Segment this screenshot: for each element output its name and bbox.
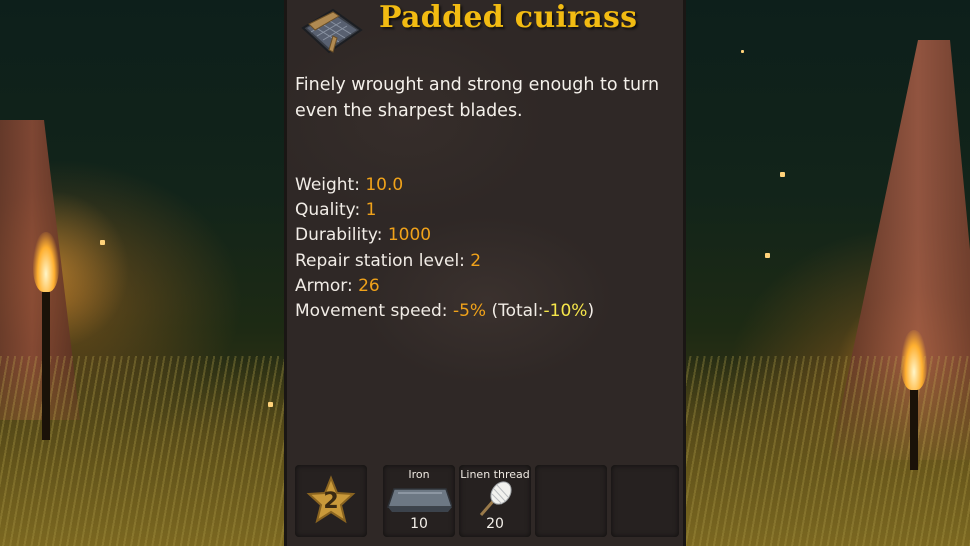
torch-pole (910, 380, 918, 470)
upgrade-requirements: 2 Iron 10 Linen thread 20 (295, 465, 679, 537)
stat-value: 1000 (387, 225, 432, 246)
linen-thread-icon (479, 481, 512, 516)
stat-value: 1 (365, 200, 377, 221)
stat-label: Durability: (295, 225, 388, 246)
stat-label: Armor: (295, 275, 359, 296)
item-description: Finely wrought and strong enough to turn… (295, 75, 660, 121)
upgrade-quality-slot: 2 (295, 465, 367, 537)
padded-cuirass-icon (299, 6, 363, 58)
item-title: Padded cuirass (379, 0, 638, 35)
stat-quality: Quality: 1 (295, 198, 594, 223)
torch-flame-icon (33, 232, 59, 292)
requirement-name: Iron (408, 468, 430, 481)
stat-total-label: (Total: (486, 301, 544, 322)
stat-label: Weight: (295, 175, 366, 195)
torch-pole (42, 290, 50, 440)
requirement-amount: 10 (410, 516, 428, 532)
stat-value: 26 (358, 275, 380, 296)
firefly (741, 50, 744, 53)
torch-flame-icon (901, 330, 927, 390)
stat-total-close: ) (587, 301, 595, 322)
stat-weight: Weight: 10.0 (295, 173, 594, 198)
stat-movement-speed: Movement speed: -5% (Total:-10%) (295, 299, 594, 324)
firefly (780, 172, 785, 177)
stat-label: Repair station level: (295, 250, 471, 271)
requirement-slot-linen-thread[interactable]: Linen thread 20 (459, 465, 531, 537)
requirement-amount: 20 (486, 516, 504, 532)
firefly (100, 240, 105, 245)
stat-label: Quality: (295, 200, 366, 221)
stat-value: 10.0 (365, 175, 404, 195)
requirement-slot-empty (535, 465, 607, 537)
stat-durability: Durability: 1000 (295, 223, 594, 248)
firefly (268, 402, 273, 407)
stat-armor: Armor: 26 (295, 274, 594, 299)
requirement-slot-empty (611, 465, 679, 537)
stat-label: Movement speed: (295, 301, 453, 322)
requirement-slot-iron[interactable]: Iron 10 (383, 465, 455, 537)
item-stats: Weight: 10.0 Quality: 1 Durability: 1000… (295, 173, 594, 324)
stat-total-value: -10% (543, 301, 588, 322)
iron-bar-icon (386, 488, 452, 512)
item-tooltip: Padded cuirass Finely wrought and strong… (287, 0, 683, 546)
upgrade-quality-number: 2 (323, 489, 339, 514)
stat-repair-station-level: Repair station level: 2 (295, 249, 594, 274)
stat-value: 2 (470, 250, 482, 271)
stat-value: -5% (452, 301, 487, 322)
firefly (765, 253, 770, 258)
